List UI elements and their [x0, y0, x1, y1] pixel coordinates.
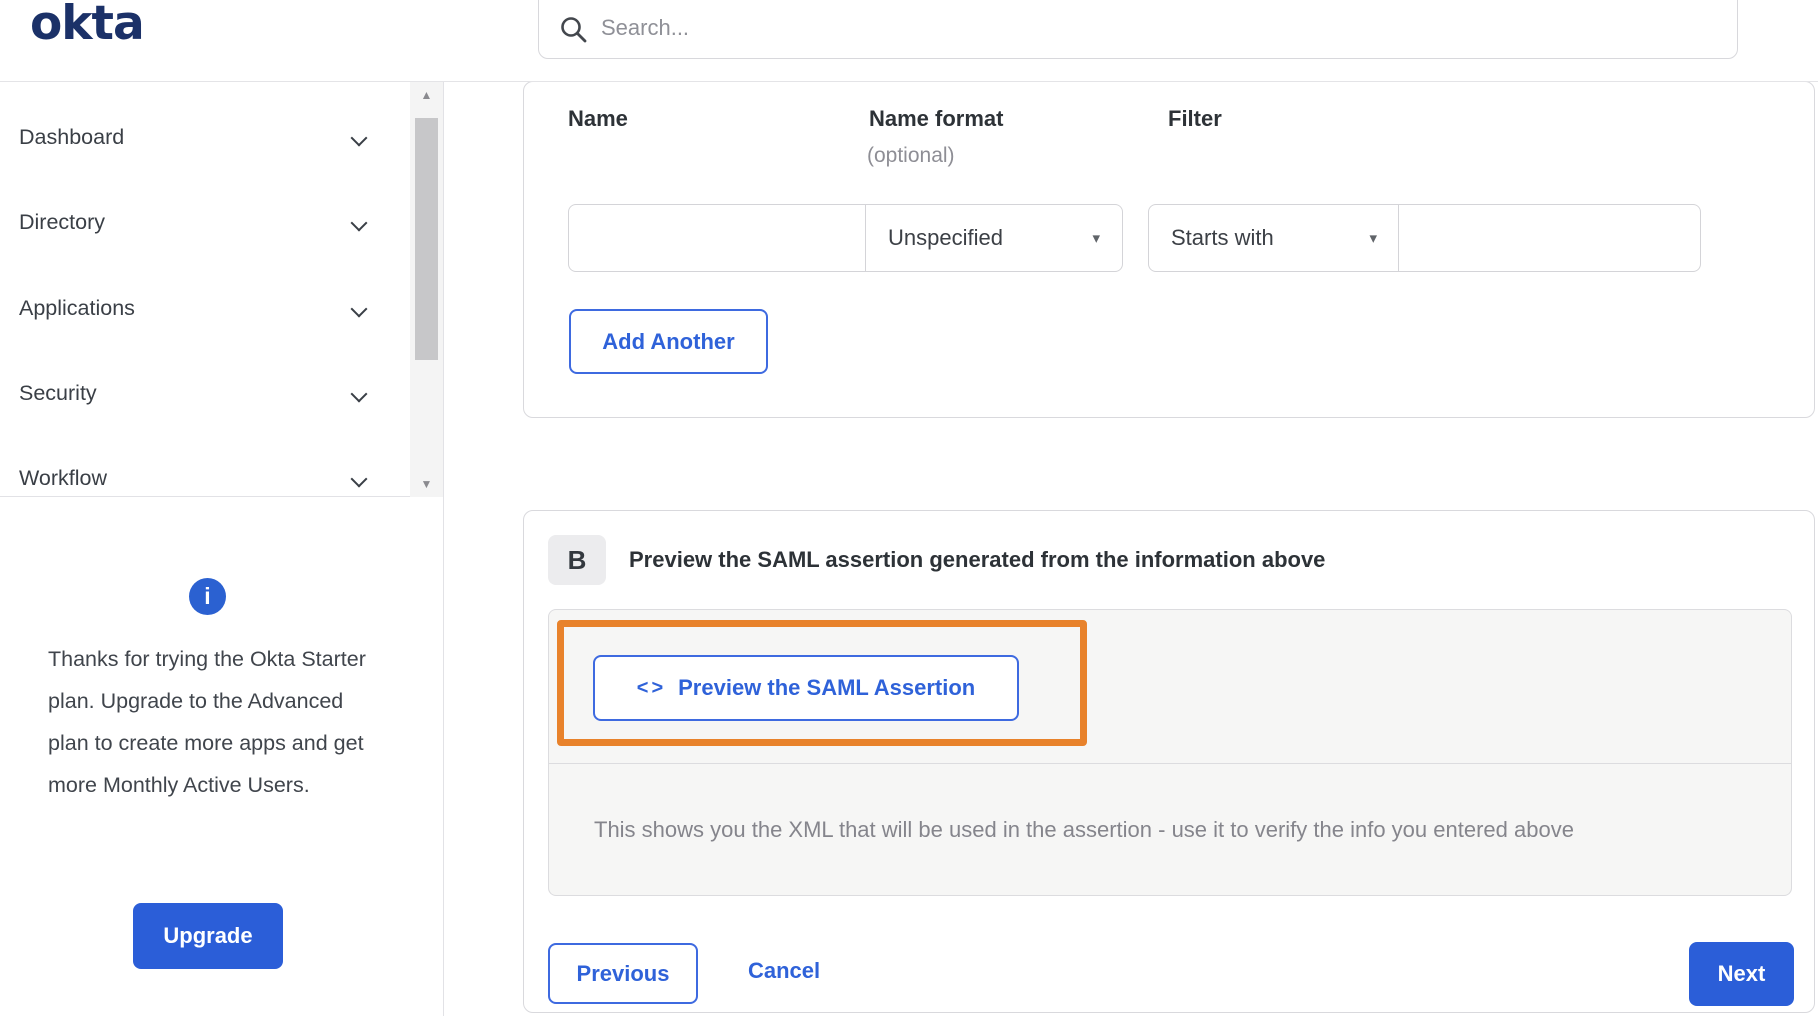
sidebar-item-label: Applications [19, 296, 135, 320]
name-input[interactable] [569, 205, 866, 271]
sidebar-item-label: Directory [19, 210, 106, 234]
scrollbar-thumb[interactable] [415, 118, 438, 360]
sidebar-item-label: Workflow [19, 466, 108, 490]
preview-saml-card: B Preview the SAML assertion generated f… [523, 510, 1815, 1013]
sidebar: Dashboard Directory Applications Securit… [0, 82, 444, 1016]
optional-label: (optional) [867, 144, 955, 167]
filter-operator-value: Starts with [1171, 225, 1274, 250]
scroll-down-icon[interactable]: ▼ [410, 473, 443, 495]
global-search [538, 0, 1738, 59]
sidebar-nav: Dashboard Directory Applications Securit… [0, 82, 444, 497]
info-icon: i [189, 578, 226, 615]
okta-logo: okta [30, 0, 145, 51]
scroll-up-icon[interactable]: ▲ [410, 84, 443, 106]
sidebar-item-applications[interactable]: Applications [0, 266, 406, 351]
okta-admin-page: okta Dashboard Directory Applications [0, 0, 1818, 1016]
name-format-column-label: Name format [869, 106, 1004, 131]
filter-input-wrap [1398, 204, 1701, 272]
name-format-select[interactable]: Unspecified ▾ [865, 204, 1123, 272]
section-b-title: Preview the SAML assertion generated fro… [629, 547, 1326, 572]
name-input-wrap [568, 204, 867, 272]
top-header: okta [0, 0, 1818, 82]
chevron-down-icon [352, 386, 368, 402]
chevron-down-icon [352, 130, 368, 146]
name-format-value: Unspecified [888, 225, 1003, 250]
search-icon [561, 17, 587, 43]
step-b-badge: B [548, 535, 606, 585]
name-column-label: Name [568, 106, 628, 131]
sidebar-item-security[interactable]: Security [0, 351, 406, 436]
code-icon: <> [636, 676, 667, 699]
cancel-link[interactable]: Cancel [748, 958, 820, 984]
sidebar-item-directory[interactable]: Directory [0, 180, 406, 265]
next-button[interactable]: Next [1689, 942, 1794, 1006]
sidebar-item-label: Security [19, 381, 97, 405]
attribute-statements-card: Name Name format (optional) Filter Unspe… [523, 81, 1815, 418]
sidebar-item-dashboard[interactable]: Dashboard [0, 95, 406, 180]
upsell-message: Thanks for trying the Okta Starter plan.… [48, 647, 366, 797]
sidebar-scrollbar[interactable]: ▲ ▼ [410, 82, 443, 497]
caret-down-icon: ▾ [1369, 230, 1377, 247]
upgrade-button[interactable]: Upgrade [133, 903, 283, 969]
sidebar-item-workflow[interactable]: Workflow [0, 436, 406, 521]
chevron-down-icon [352, 301, 368, 317]
chevron-down-icon [352, 215, 368, 231]
preview-hint-text: This shows you the XML that will be used… [594, 817, 1574, 842]
filter-value-input[interactable] [1399, 205, 1700, 271]
chevron-down-icon [352, 471, 368, 487]
preview-action-panel: <> Preview the SAML Assertion [548, 609, 1792, 764]
previous-button[interactable]: Previous [548, 943, 698, 1004]
preview-hint-panel: This shows you the XML that will be used… [548, 764, 1792, 896]
search-input[interactable] [599, 7, 1699, 49]
preview-saml-assertion-button[interactable]: <> Preview the SAML Assertion [593, 655, 1019, 721]
caret-down-icon: ▾ [1092, 230, 1100, 247]
filter-column-label: Filter [1168, 106, 1222, 131]
preview-button-label: Preview the SAML Assertion [678, 675, 976, 700]
sidebar-item-label: Dashboard [19, 125, 125, 149]
filter-operator-select[interactable]: Starts with ▾ [1148, 204, 1400, 272]
add-another-button[interactable]: Add Another [569, 309, 768, 374]
